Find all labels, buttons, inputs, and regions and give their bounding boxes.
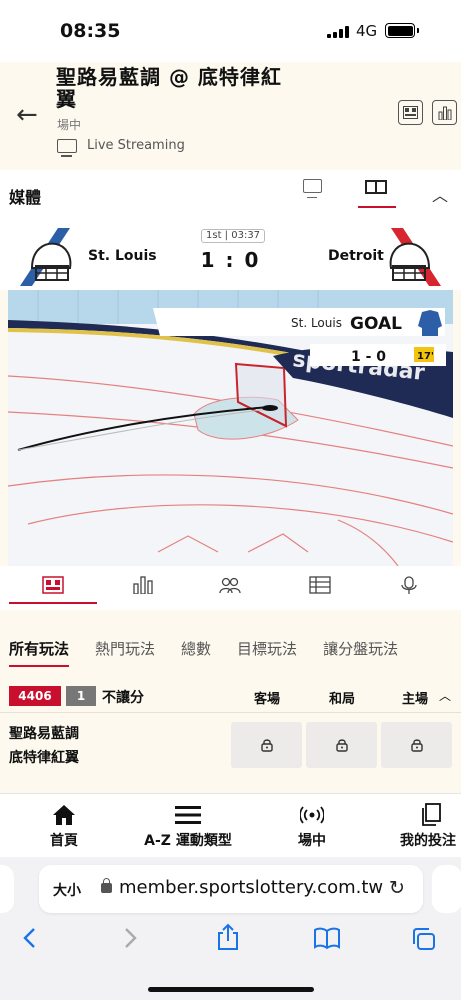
bet-row: 聖路易藍調 底特律紅翼 (0, 712, 461, 776)
media-label: 媒體 (9, 188, 42, 207)
bet-market-header: 4406 1 不讓分 客場 和局 主場 ︿ (0, 684, 461, 710)
battery-icon (385, 23, 419, 38)
network-label: 4G (356, 22, 378, 40)
bet-team-2: 底特律紅翼 (9, 750, 79, 766)
nav-mybets-label: 我的投注 (400, 833, 456, 849)
odds-away-locked[interactable] (231, 722, 302, 768)
nav-live[interactable]: 場中 (292, 802, 332, 850)
col-draw-header: 和局 (329, 692, 356, 707)
scoreboard-tab-icon[interactable] (42, 576, 64, 594)
back-icon[interactable] (22, 927, 38, 949)
match-header: ← 聖路易藍調 @ 底特律紅翼 場中 Live Streaming (0, 62, 461, 170)
scoreboard: St. Louis 1st | 03:37 1 : 0 Detroit (0, 222, 461, 290)
event-type-text: GOAL (350, 314, 402, 334)
nav-home-label: 首頁 (50, 833, 78, 849)
nav-mybets[interactable]: 我的投注 (400, 802, 461, 850)
tab-popular-markets[interactable]: 熱門玩法 (95, 633, 155, 667)
col-away-header: 客場 (254, 692, 281, 707)
next-tab-preview[interactable] (432, 865, 461, 913)
lineups-tab-icon[interactable] (219, 576, 241, 594)
bet-teams: 聖路易藍調 底特律紅翼 (9, 722, 79, 770)
market-count-badge: 1 (66, 686, 96, 706)
home-icon (53, 805, 75, 825)
reload-icon[interactable]: ↻ (389, 877, 405, 899)
stats-tabs (0, 566, 461, 610)
field-tab-icon[interactable] (365, 180, 387, 194)
stats-tab-underline (9, 602, 97, 604)
stats-chart-icon[interactable] (432, 100, 457, 125)
home-indicator (148, 987, 314, 992)
nav-sports[interactable]: A-Z 運動類型 (138, 802, 238, 850)
bet-team-1: 聖路易藍調 (9, 726, 79, 742)
video-tab-icon[interactable] (303, 179, 322, 198)
bet-slip-icon (421, 803, 441, 826)
forward-icon[interactable] (122, 927, 138, 949)
match-status: 場中 (57, 118, 82, 132)
lock-icon (101, 878, 112, 893)
event-score-text: 1 - 0 (351, 349, 386, 365)
event-minute-text: 17' (417, 351, 434, 362)
field-tab-underline (358, 206, 396, 208)
prev-tab-preview[interactable] (0, 865, 14, 913)
bookmarks-icon[interactable] (313, 927, 341, 949)
live-streaming-toggle[interactable]: Live Streaming (57, 138, 185, 157)
tv-icon (57, 138, 77, 157)
tab-totals[interactable]: 總數 (181, 633, 211, 667)
share-icon[interactable] (216, 923, 240, 951)
scoreboard-view-icon[interactable] (398, 100, 423, 125)
event-team-text: St. Louis (291, 316, 342, 330)
market-id-badge: 4406 (9, 686, 61, 706)
tab-goal-markets[interactable]: 目標玩法 (237, 633, 297, 667)
rink-visualization: St. Louis GOAL sportradar 1 - 0 17' (8, 290, 453, 566)
odds-home-locked[interactable] (381, 722, 452, 768)
period-clock: 1st | 03:37 (201, 229, 266, 243)
tab-handicap[interactable]: 讓分盤玩法 (323, 633, 398, 667)
lock-icon (335, 739, 348, 752)
live-streaming-label: Live Streaming (87, 138, 185, 153)
live-broadcast-icon (300, 806, 324, 824)
market-tabs: 所有玩法 熱門玩法 總數 目標玩法 讓分盤玩法 (0, 633, 461, 667)
chevron-up-icon[interactable]: ︿ (432, 182, 448, 206)
bottom-nav: 首頁 A-Z 運動類型 場中 我的投注 (0, 793, 461, 857)
match-title: 聖路易藍調 @ 底特律紅翼 (56, 65, 282, 111)
url-text: member.sportslottery.com.tw (119, 877, 384, 898)
status-time: 08:35 (60, 20, 121, 42)
signal-icon (327, 26, 349, 38)
tabs-icon[interactable] (411, 927, 437, 951)
media-bar: 媒體 ︿ (0, 170, 461, 222)
menu-icon (175, 806, 201, 824)
back-arrow-icon[interactable]: ← (16, 100, 38, 130)
col-home-header: 主場 (402, 692, 429, 707)
status-bar: 08:35 4G (0, 0, 461, 62)
nav-home[interactable]: 首頁 (44, 802, 84, 850)
tab-all-markets[interactable]: 所有玩法 (9, 633, 70, 667)
nav-live-label: 場中 (298, 833, 326, 849)
market-type-label: 不讓分 (102, 690, 144, 706)
lock-icon (410, 739, 423, 752)
browser-toolbar: 大小 member.sportslottery.com.tw ↻ (0, 857, 461, 1000)
table-tab-icon[interactable] (309, 576, 331, 594)
reader-settings-button[interactable]: 大小 (53, 880, 81, 900)
microphone-tab-icon[interactable] (398, 576, 420, 594)
lock-icon (260, 739, 273, 752)
nav-sports-label: A-Z 運動類型 (144, 833, 232, 849)
address-bar[interactable]: 大小 member.sportslottery.com.tw ↻ (39, 865, 423, 913)
odds-draw-locked[interactable] (306, 722, 377, 768)
stats-tab-icon[interactable] (132, 576, 154, 594)
collapse-market-icon[interactable]: ︿ (439, 687, 451, 704)
away-helmet-icon (389, 228, 441, 286)
